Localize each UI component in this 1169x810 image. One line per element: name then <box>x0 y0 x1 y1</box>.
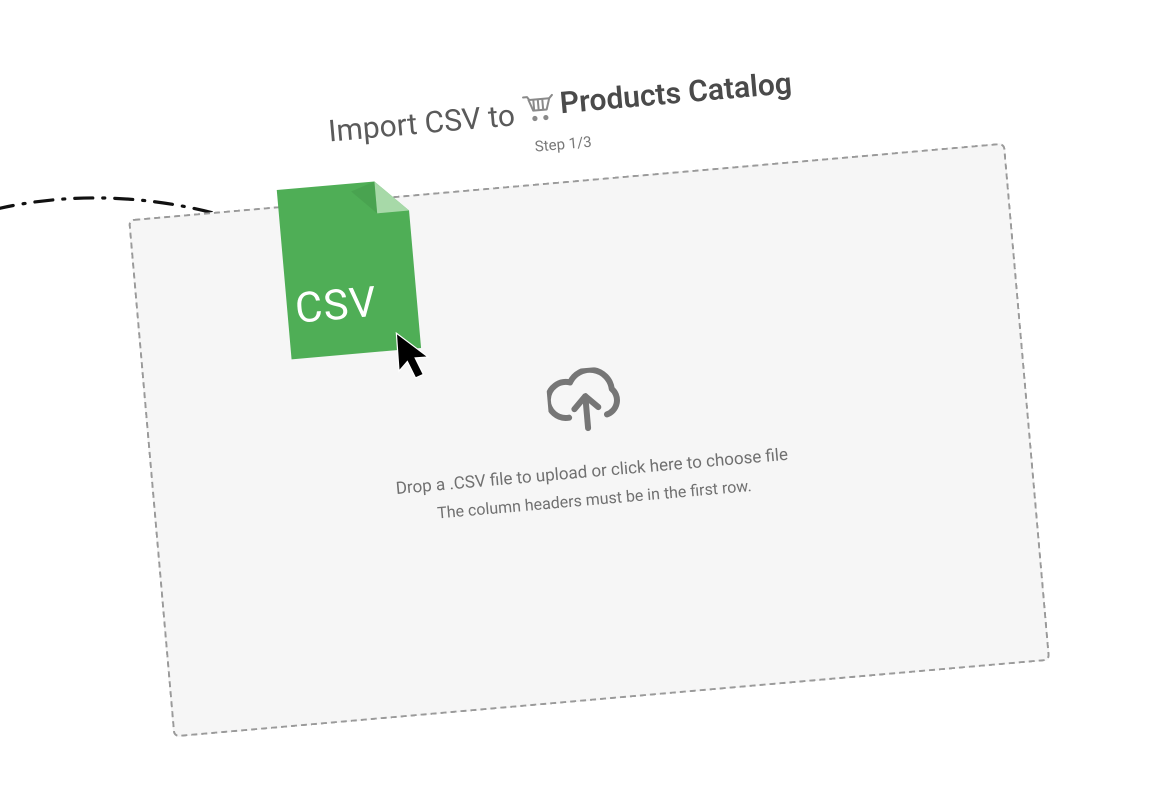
title-catalog-name: Products Catalog <box>558 66 793 121</box>
file-dropzone[interactable]: Drop a .CSV file to upload or click here… <box>128 143 1050 738</box>
cloud-upload-icon <box>545 365 627 441</box>
import-dialog: Import CSV to <box>109 47 1059 738</box>
dialog-header: Import CSV to <box>326 66 796 173</box>
title-target: Products Catalog <box>520 66 793 124</box>
shopping-cart-icon <box>521 92 557 125</box>
